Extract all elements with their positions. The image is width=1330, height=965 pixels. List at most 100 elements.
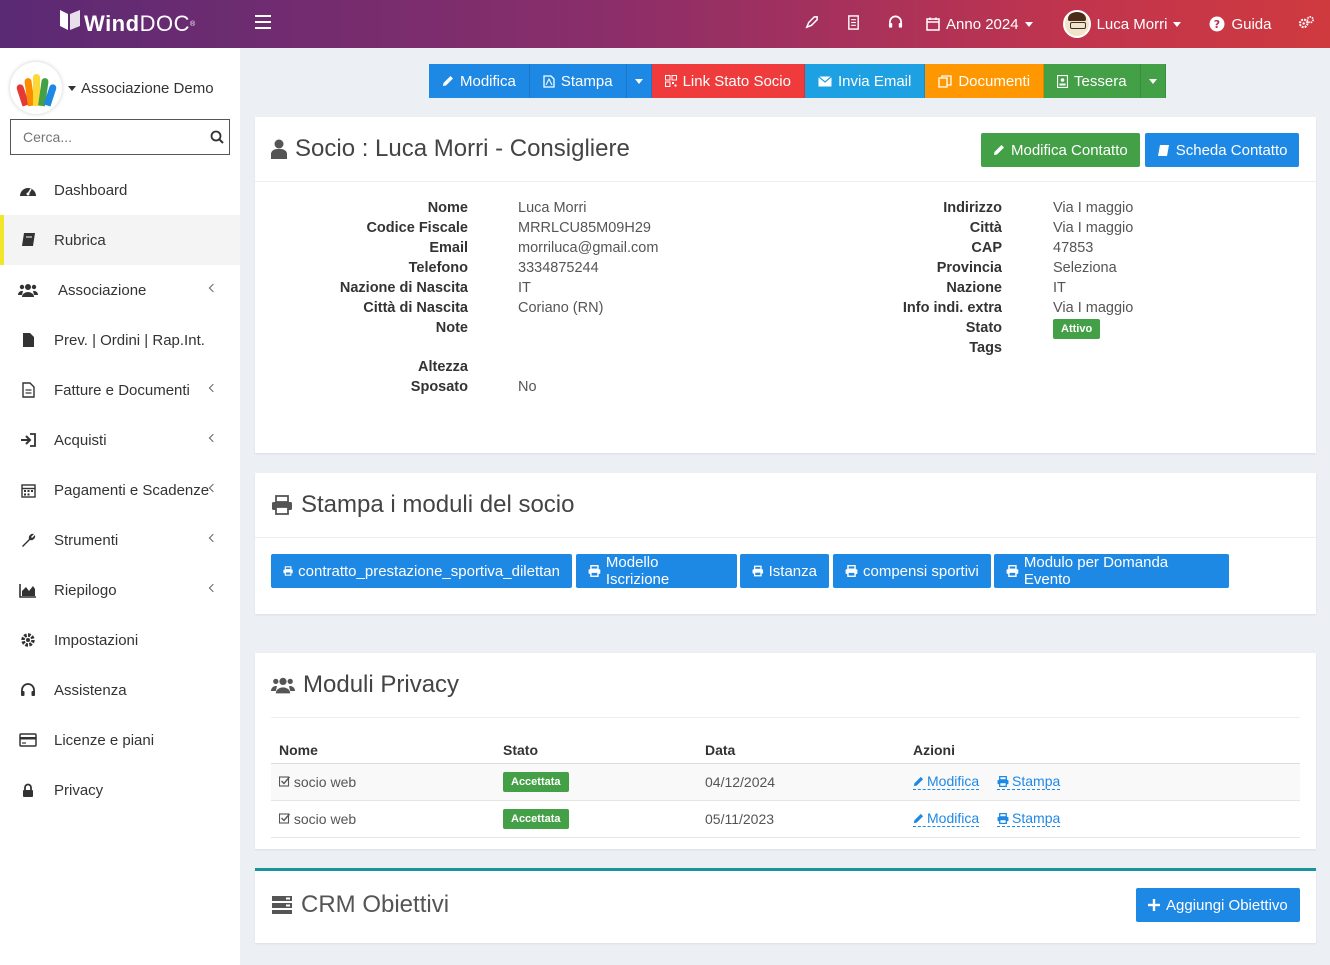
col-data: Data [697, 737, 905, 764]
modulo-compensi-label: compensi sportivi [863, 562, 979, 580]
moduli-title: Stampa i moduli del socio [271, 491, 574, 519]
sidebar-item-preventivi[interactable]: Prev. | Ordini | Rap.Int. [0, 315, 240, 365]
sidebar-item-label: Licenze e piani [54, 731, 155, 749]
modifica-link[interactable]: Modifica [913, 773, 980, 790]
sidebar-item-pagamenti[interactable]: Pagamenti e Scadenze [0, 465, 240, 515]
search-input[interactable] [11, 120, 204, 154]
chevron-left-icon [208, 483, 218, 493]
receipt-icon[interactable] [832, 14, 874, 34]
documenti-button[interactable]: Documenti [925, 64, 1045, 98]
server-icon [272, 896, 292, 914]
crm-title-text: CRM Obiettivi [301, 891, 450, 918]
stampa-link[interactable]: Stampa [997, 773, 1061, 790]
chevron-down-icon [1148, 78, 1157, 84]
sidebar-item-acquisti[interactable]: Acquisti [0, 415, 240, 465]
year-selector[interactable]: Anno 2024 [926, 16, 1033, 33]
label-nome: Nome [427, 200, 468, 216]
help-link[interactable]: ? Guida [1209, 16, 1271, 33]
sidebar-item-assistenza[interactable]: Assistenza [0, 665, 240, 715]
stampa-link[interactable]: Stampa [997, 810, 1061, 827]
user-menu[interactable]: Luca Morri [1062, 10, 1182, 38]
users-icon [18, 281, 38, 299]
sidebar-item-licenze[interactable]: Licenze e piani [0, 715, 240, 765]
chevron-left-icon [208, 583, 218, 593]
documenti-label: Documenti [958, 72, 1031, 90]
modulo-istanza-button[interactable]: Istanza [740, 554, 829, 588]
dashboard-icon [18, 181, 38, 199]
label-altezza: Altezza [418, 359, 468, 375]
modulo-compensi-button[interactable]: compensi sportivi [833, 554, 991, 588]
scheda-contatto-button[interactable]: Scheda Contatto [1144, 133, 1300, 167]
tessera-dropdown-toggle[interactable] [1140, 64, 1166, 98]
menu-toggle-icon[interactable] [255, 15, 271, 29]
print-icon [997, 812, 1009, 824]
modifica-button[interactable]: Modifica [429, 64, 530, 98]
socio-right-values: Via I maggio Via I maggio 47853 Selezion… [1053, 198, 1273, 339]
files-icon [938, 74, 952, 88]
aggiungi-obiettivo-button[interactable]: Aggiungi Obiettivo [1136, 888, 1300, 922]
qrcode-icon [664, 75, 677, 87]
sidebar-item-label: Impostazioni [54, 631, 139, 649]
chevron-down-icon [1024, 21, 1033, 27]
gear-icon [18, 631, 38, 649]
modifica-link-label: Modifica [927, 773, 980, 789]
logo-doc: DOC [139, 11, 190, 36]
book-icon [1157, 144, 1169, 156]
label-codice-fiscale: Codice Fiscale [366, 220, 468, 236]
stampa-link-label: Stampa [1012, 810, 1061, 826]
stampa-dropdown-toggle[interactable] [626, 64, 652, 98]
modulo-iscrizione-button[interactable]: Modello Iscrizione [576, 554, 737, 588]
modulo-domanda-evento-button[interactable]: Modulo per Domanda Evento [994, 554, 1229, 588]
sidebar-item-rubrica[interactable]: Rubrica [0, 215, 240, 265]
socio-title: Socio : Luca Morri - Consigliere [271, 135, 630, 163]
stampa-button[interactable]: Stampa [529, 64, 627, 98]
credit-card-icon [18, 731, 38, 749]
print-icon [588, 565, 601, 577]
sidebar-item-label: Acquisti [54, 431, 107, 449]
rocket-icon[interactable] [790, 15, 832, 34]
sidebar-item-dashboard[interactable]: Dashboard [0, 165, 240, 215]
print-icon [845, 565, 858, 577]
value-cap: 47853 [1053, 240, 1094, 256]
cell-data: 04/12/2024 [697, 763, 905, 801]
sidebar-item-label: Pagamenti e Scadenze [54, 481, 210, 499]
link-stato-socio-button[interactable]: Link Stato Socio [651, 64, 805, 98]
label-nazione-nascita: Nazione di Nascita [339, 280, 468, 296]
app-logo[interactable]: Wind DOC ® [0, 0, 240, 48]
sidebar-search [10, 119, 230, 155]
label-provincia: Provincia [936, 260, 1002, 276]
cogs-icon[interactable] [1285, 15, 1327, 34]
tessera-button[interactable]: Tessera [1044, 64, 1141, 98]
sidebar-item-label: Fatture e Documenti [54, 381, 190, 399]
modulo-contratto-button[interactable]: contratto_prestazione_sportiva_dilettan [271, 554, 572, 588]
file-icon [18, 331, 38, 349]
value-citta-nascita: Coriano (RN) [518, 300, 604, 316]
print-icon [752, 565, 764, 577]
headset-icon[interactable] [874, 15, 916, 33]
label-cap: CAP [971, 240, 1002, 256]
users-icon [271, 677, 295, 694]
modifica-link[interactable]: Modifica [913, 810, 980, 827]
sidebar-item-label: Assistenza [54, 681, 127, 699]
value-nazione-nascita: IT [518, 280, 531, 296]
search-icon[interactable] [204, 120, 229, 154]
invia-email-button[interactable]: Invia Email [804, 64, 926, 98]
user-icon [271, 139, 287, 159]
sidebar-item-privacy[interactable]: Privacy [0, 765, 240, 815]
stampa-link-label: Stampa [1012, 773, 1061, 789]
privacy-title-text: Moduli Privacy [303, 671, 460, 698]
modifica-label: Modifica [460, 72, 516, 90]
sidebar-item-fatture[interactable]: Fatture e Documenti [0, 365, 240, 415]
sidebar-item-strumenti[interactable]: Strumenti [0, 515, 240, 565]
label-citta-nascita: Città di Nascita [363, 300, 468, 316]
sidebar-item-riepilogo[interactable]: Riepilogo [0, 565, 240, 615]
sidebar-item-impostazioni[interactable]: Impostazioni [0, 615, 240, 665]
cell-nome: socio web [271, 800, 495, 838]
value-telefono: 3334875244 [518, 260, 599, 276]
svg-text:?: ? [1214, 18, 1220, 31]
org-selector[interactable]: Associazione Demo [10, 60, 235, 116]
modulo-contratto-label: contratto_prestazione_sportiva_dilettan [298, 562, 560, 580]
sidebar-item-associazione[interactable]: Associazione [0, 265, 240, 315]
pencil-icon [443, 76, 453, 86]
modifica-contatto-button[interactable]: Modifica Contatto [981, 133, 1140, 167]
